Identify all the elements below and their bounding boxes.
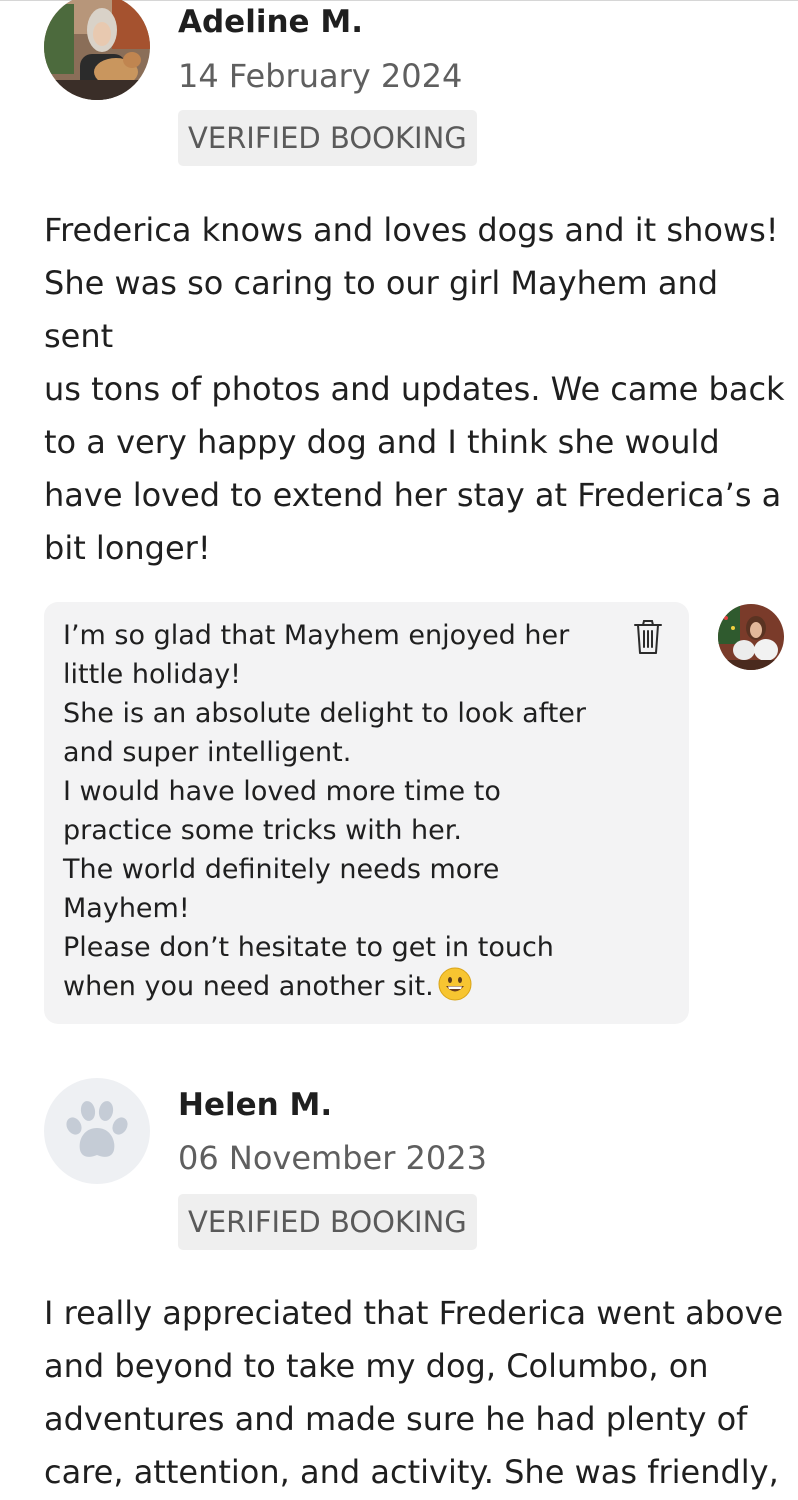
grinning-face-emoji — [438, 967, 472, 1001]
reply-text-content: I’m so glad that Mayhem enjoyed her litt… — [63, 620, 586, 1002]
sitter-avatar-photo — [718, 604, 784, 670]
reviewer-name: Helen M. — [178, 1087, 333, 1123]
verified-booking-badge: VERIFIED BOOKING — [178, 1194, 477, 1250]
review-date: 14 February 2024 — [178, 57, 463, 95]
reviewer-name: Adeline M. — [178, 4, 363, 40]
sitter-reply: I’m so glad that Mayhem enjoyed her litt… — [44, 602, 689, 1024]
review-text: Frederica knows and loves dogs and it sh… — [44, 211, 785, 567]
paw-icon — [66, 1101, 128, 1157]
reviewer-avatar[interactable] — [44, 1078, 150, 1184]
trash-icon[interactable] — [632, 618, 664, 656]
reply-text: I’m so glad that Mayhem enjoyed her litt… — [63, 616, 623, 1006]
sitter-avatar[interactable] — [718, 604, 784, 670]
avatar-photo — [44, 0, 150, 100]
review-date: 06 November 2023 — [178, 1139, 487, 1177]
review-text: I really appreciated that Frederica went… — [44, 1294, 784, 1491]
reviewer-avatar[interactable] — [44, 0, 150, 100]
verified-booking-badge: VERIFIED BOOKING — [178, 110, 477, 166]
